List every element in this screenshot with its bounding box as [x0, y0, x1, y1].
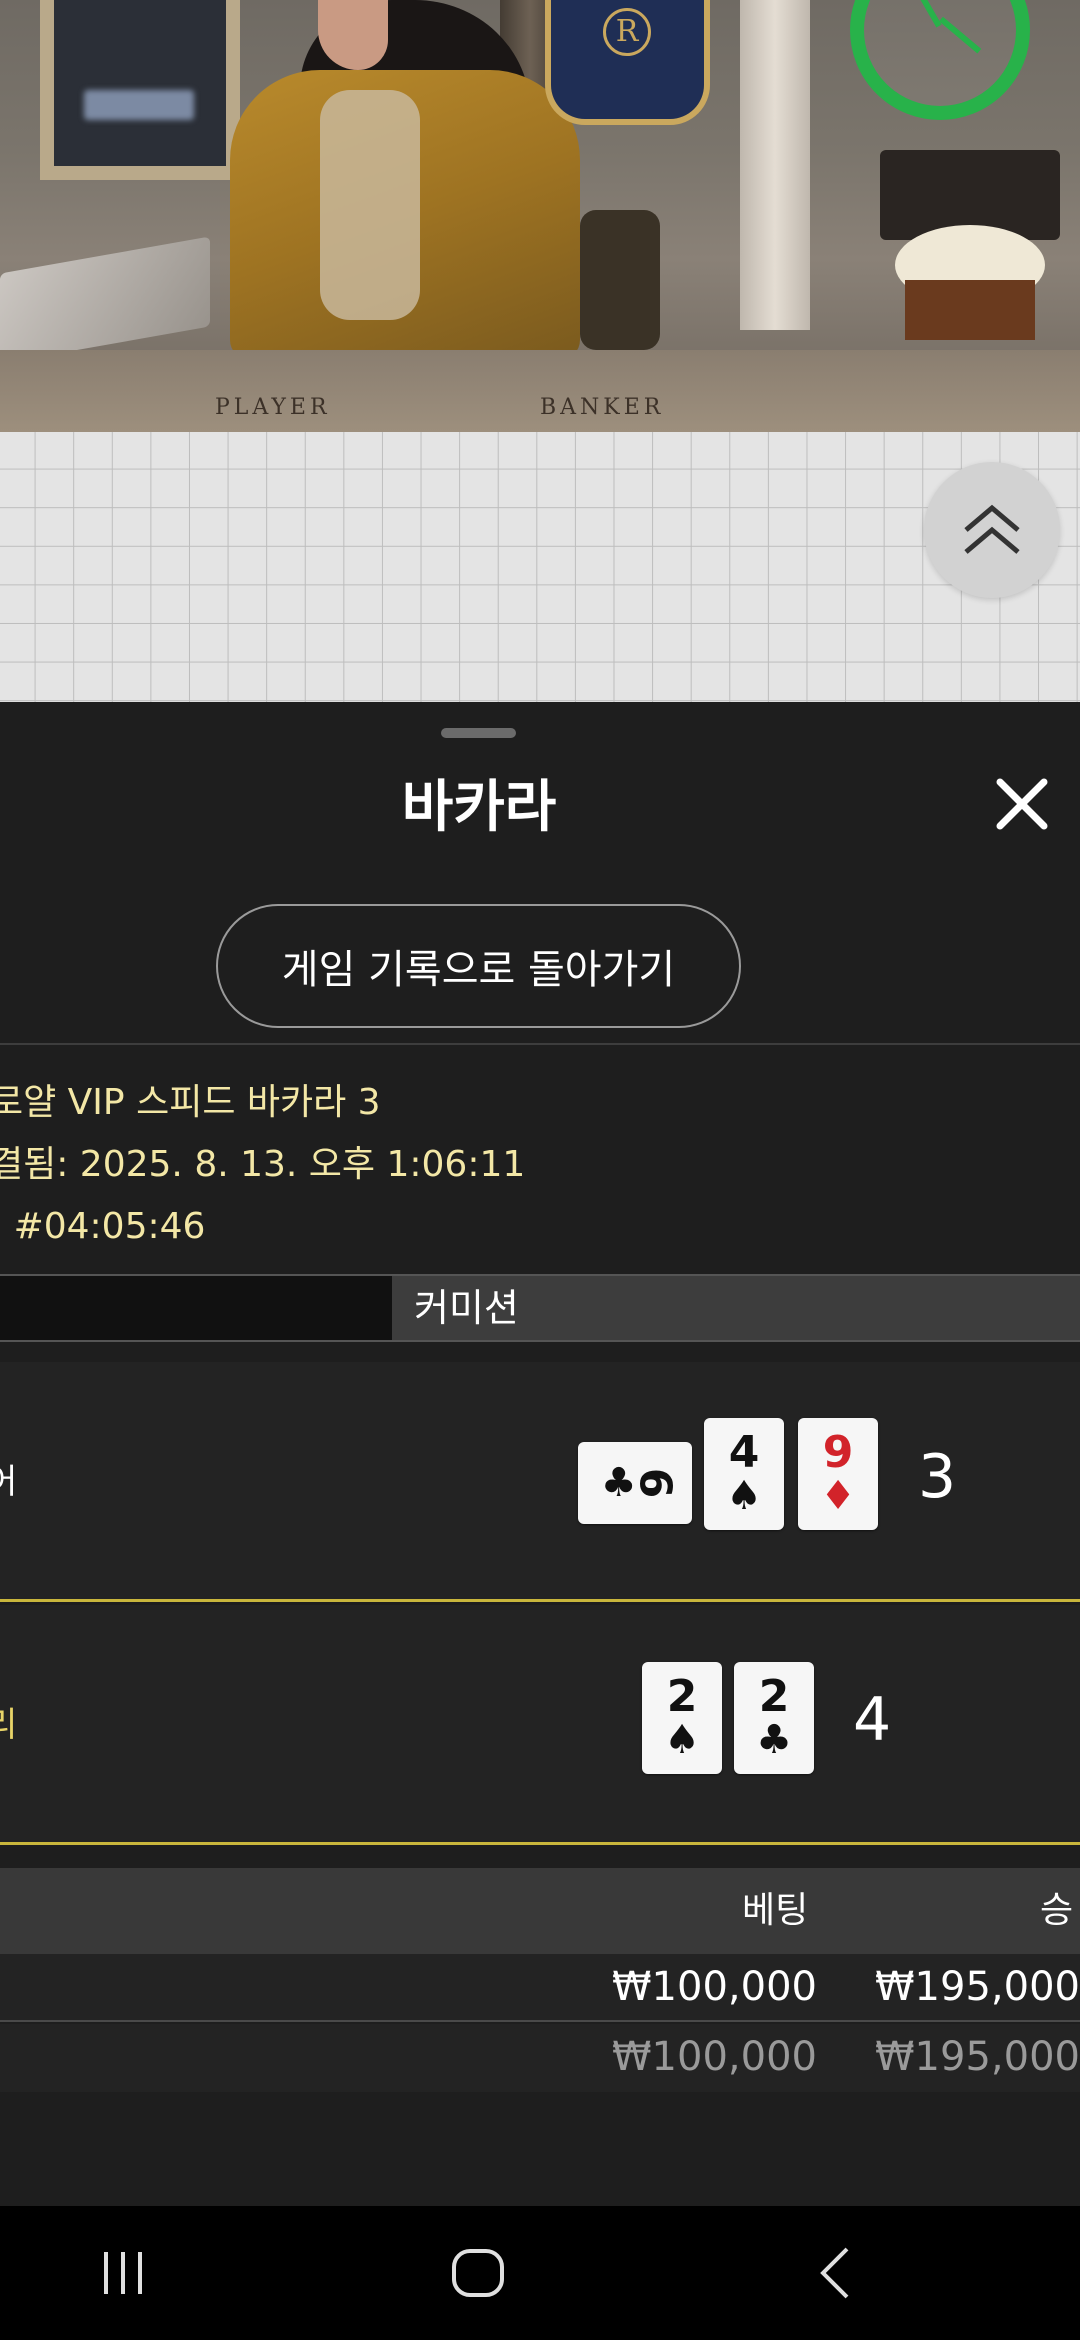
sheet-title: 바카라 — [401, 775, 557, 840]
countdown-timer-icon — [850, 0, 1030, 120]
tab-commission[interactable]: 커미션 — [394, 1276, 519, 1340]
casino-logo: R — [545, 0, 710, 125]
banker-hand-row: 리 2 ♠ 2 ♣ 4 — [0, 1605, 1080, 1845]
roadmap-grid — [0, 432, 1080, 702]
back-icon — [820, 2247, 849, 2299]
table-row: ₩100,000 ₩195,000 — [0, 1954, 1080, 2022]
column-bet: 베팅 — [742, 1890, 809, 1931]
playing-card: 4 ♠ — [704, 1418, 784, 1530]
divider — [0, 1043, 1080, 1045]
sheet-drag-handle[interactable] — [441, 728, 516, 738]
player-label: 어 — [0, 1462, 18, 1502]
back-to-history-button[interactable]: 게임 기록으로 돌아가기 — [216, 904, 741, 1028]
tab-no-commission[interactable] — [0, 1276, 392, 1340]
home-icon — [452, 2249, 504, 2297]
bets-table-header: 베팅 승 — [0, 1868, 1080, 1954]
round-info: 로얄 VIP 스피드 바카라 3 결됨: 2025. 8. 13. 오후 1:0… — [0, 1072, 1080, 1258]
banker-score: 4 — [853, 1685, 892, 1755]
recent-apps-button[interactable] — [23, 2206, 223, 2340]
home-button[interactable] — [378, 2206, 578, 2340]
double-chevron-up-icon — [964, 504, 1020, 554]
live-video-stream[interactable]: R PLAYER BANKER — [0, 0, 1080, 432]
column-win: 승 — [1040, 1890, 1074, 1931]
spade-icon: ♠ — [664, 1717, 700, 1763]
mode-tabs: 커미션 — [0, 1274, 1080, 1342]
round-id: : #04:05:46 — [0, 1206, 206, 1247]
banker-label: 리 — [0, 1705, 18, 1745]
bet-amount: ₩100,000 — [612, 2034, 817, 2080]
diamond-icon: ♦ — [820, 1473, 856, 1519]
club-icon: ♣ — [756, 1717, 792, 1763]
player-score: 3 — [918, 1442, 957, 1512]
playing-card: 2 ♠ — [642, 1662, 722, 1774]
playing-card: 9 ♦ — [798, 1418, 878, 1530]
expand-button[interactable] — [924, 462, 1060, 598]
game-detail-sheet: 바카라 게임 기록으로 돌아가기 로얄 VIP 스피드 바카라 3 결됨: 20… — [0, 702, 1080, 2206]
player-hand-row: 어 ♣ 6 4 ♠ 9 ♦ 3 — [0, 1362, 1080, 1602]
system-nav-bar — [0, 2206, 1080, 2340]
spade-icon: ♠ — [726, 1473, 762, 1519]
recent-apps-icon — [104, 2252, 142, 2294]
table-label-player: PLAYER — [215, 395, 331, 420]
table-row-total: ₩100,000 ₩195,000 — [0, 2024, 1080, 2092]
win-amount: ₩195,000 — [875, 2034, 1080, 2080]
playing-card: ♣ 6 — [578, 1442, 692, 1524]
close-button[interactable] — [990, 772, 1054, 836]
playing-card: 2 ♣ — [734, 1662, 814, 1774]
table-name: 로얄 VIP 스피드 바카라 3 — [0, 1082, 381, 1123]
back-button[interactable] — [735, 2206, 935, 2340]
card-shoe — [0, 236, 210, 364]
bet-amount: ₩100,000 — [612, 1964, 817, 2010]
wall-monitor — [40, 0, 240, 180]
settled-time: 결됨: 2025. 8. 13. 오후 1:06:11 — [0, 1144, 526, 1185]
win-amount: ₩195,000 — [875, 1964, 1080, 2010]
close-icon — [996, 778, 1048, 830]
table-label-banker: BANKER — [540, 395, 665, 420]
